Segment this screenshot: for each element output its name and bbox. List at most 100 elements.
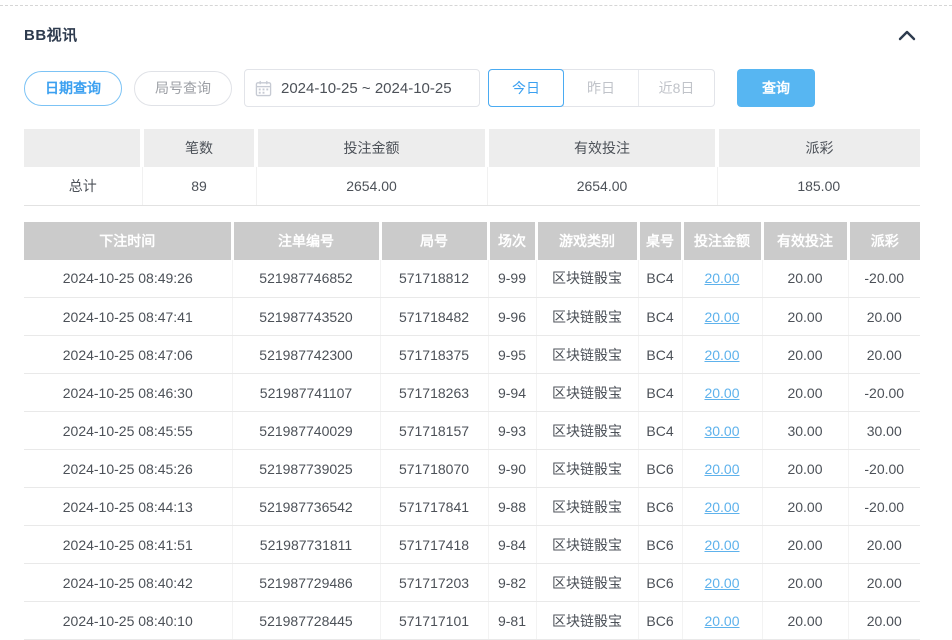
cell-bet-time: 2024-10-25 08:41:51 [24, 526, 232, 564]
cell-table-number: BC4 [638, 374, 682, 412]
bet-amount-link[interactable]: 20.00 [704, 270, 739, 286]
date-query-label: 日期查询 [45, 78, 101, 98]
col-header-round-number: 局号 [380, 222, 488, 260]
cell-row-label: 总计 [24, 167, 142, 205]
bet-amount-link[interactable]: 20.00 [704, 309, 739, 325]
table-row: 2024-10-25 08:40:10521987728445571717101… [24, 602, 920, 640]
bet-amount-link[interactable]: 20.00 [704, 347, 739, 363]
cell-game-type: 区块链骰宝 [536, 450, 638, 488]
cell-round-number: 571718263 [380, 374, 488, 412]
cell-table-number: BC4 [638, 260, 682, 298]
round-query-tab[interactable]: 局号查询 [134, 71, 232, 106]
table-row: 2024-10-25 08:40:42521987729486571717203… [24, 564, 920, 602]
cell-game-type: 区块链骰宝 [536, 336, 638, 374]
quick-range-yesterday-label: 昨日 [587, 78, 615, 98]
quick-range-today-label: 今日 [512, 78, 540, 98]
cell-payout: -20.00 [848, 260, 920, 298]
cell-session: 9-81 [488, 602, 536, 640]
cell-bet-amount: 20.00 [682, 260, 762, 298]
table-row: 2024-10-25 08:45:55521987740029571718157… [24, 412, 920, 450]
cell-table-number: BC6 [638, 602, 682, 640]
cell-bet-amount: 2654.00 [256, 167, 487, 205]
bet-amount-link[interactable]: 30.00 [704, 423, 739, 439]
table-row: 2024-10-25 08:49:26521987746852571718812… [24, 260, 920, 298]
cell-bet-time: 2024-10-25 08:40:10 [24, 602, 232, 640]
cell-payout: -20.00 [848, 450, 920, 488]
cell-round-number: 571718812 [380, 260, 488, 298]
table-row: 2024-10-25 08:44:13521987736542571717841… [24, 488, 920, 526]
cell-bet-time: 2024-10-25 08:46:30 [24, 374, 232, 412]
bet-amount-link[interactable]: 20.00 [704, 613, 739, 629]
quick-range-last8days[interactable]: 近8日 [639, 70, 714, 106]
cell-round-number: 571718070 [380, 450, 488, 488]
bet-amount-link[interactable]: 20.00 [704, 385, 739, 401]
collapse-section-button[interactable] [894, 25, 920, 45]
col-header-bet-amount: 投注金额 [682, 222, 762, 260]
cell-table-number: BC6 [638, 526, 682, 564]
cell-order-number: 521987731811 [232, 526, 380, 564]
cell-order-number: 521987728445 [232, 602, 380, 640]
table-row: 2024-10-25 08:47:06521987742300571718375… [24, 336, 920, 374]
bet-amount-link[interactable]: 20.00 [704, 537, 739, 553]
col-header-valid-bet: 有效投注 [487, 129, 717, 167]
cell-order-number: 521987742300 [232, 336, 380, 374]
cell-valid-bet: 20.00 [762, 298, 848, 336]
cell-payout: -20.00 [848, 374, 920, 412]
cell-table-number: BC6 [638, 488, 682, 526]
cell-round-number: 571717203 [380, 564, 488, 602]
cell-bet-amount: 20.00 [682, 526, 762, 564]
cell-session: 9-99 [488, 260, 536, 298]
cell-session: 9-90 [488, 450, 536, 488]
cell-round-number: 571718375 [380, 336, 488, 374]
cell-count: 89 [142, 167, 256, 205]
cell-round-number: 571717418 [380, 526, 488, 564]
cell-bet-time: 2024-10-25 08:49:26 [24, 260, 232, 298]
dashed-divider [0, 5, 952, 6]
bet-amount-link[interactable]: 20.00 [704, 575, 739, 591]
cell-round-number: 571718157 [380, 412, 488, 450]
col-header-count: 笔数 [142, 129, 256, 167]
col-header-row-label [24, 129, 142, 167]
cell-order-number: 521987743520 [232, 298, 380, 336]
quick-range-yesterday[interactable]: 昨日 [564, 70, 639, 106]
cell-game-type: 区块链骰宝 [536, 526, 638, 564]
summary-header-row: 笔数投注金额有效投注派彩 [24, 129, 920, 167]
cell-game-type: 区块链骰宝 [536, 488, 638, 526]
filter-bar: 日期查询 局号查询 2024-10-25 ~ 2024-10-25 今日 昨日 [24, 69, 920, 107]
bet-amount-link[interactable]: 20.00 [704, 499, 739, 515]
calendar-icon [255, 80, 272, 97]
cell-bet-amount: 20.00 [682, 298, 762, 336]
cell-order-number: 521987739025 [232, 450, 380, 488]
date-range-input[interactable]: 2024-10-25 ~ 2024-10-25 [244, 69, 480, 107]
cell-payout: 20.00 [848, 564, 920, 602]
cell-bet-amount: 20.00 [682, 488, 762, 526]
cell-payout: -20.00 [848, 488, 920, 526]
cell-bet-time: 2024-10-25 08:40:42 [24, 564, 232, 602]
cell-bet-amount: 30.00 [682, 412, 762, 450]
cell-payout: 20.00 [848, 336, 920, 374]
table-row: 2024-10-25 08:46:30521987741107571718263… [24, 374, 920, 412]
cell-valid-bet: 20.00 [762, 450, 848, 488]
cell-valid-bet: 20.00 [762, 374, 848, 412]
cell-order-number: 521987736542 [232, 488, 380, 526]
cell-payout: 20.00 [848, 526, 920, 564]
cell-valid-bet: 20.00 [762, 488, 848, 526]
bet-amount-link[interactable]: 20.00 [704, 461, 739, 477]
cell-round-number: 571718482 [380, 298, 488, 336]
cell-game-type: 区块链骰宝 [536, 374, 638, 412]
search-button[interactable]: 查询 [737, 69, 815, 107]
cell-payout: 20.00 [848, 298, 920, 336]
col-header-table-number: 桌号 [638, 222, 682, 260]
col-header-order-number: 注单编号 [232, 222, 380, 260]
cell-game-type: 区块链骰宝 [536, 564, 638, 602]
col-header-session: 场次 [488, 222, 536, 260]
date-range-value: 2024-10-25 ~ 2024-10-25 [281, 80, 452, 97]
quick-range-today[interactable]: 今日 [489, 70, 564, 106]
date-query-tab[interactable]: 日期查询 [24, 71, 122, 106]
cell-bet-time: 2024-10-25 08:45:55 [24, 412, 232, 450]
cell-valid-bet: 20.00 [762, 602, 848, 640]
cell-game-type: 区块链骰宝 [536, 602, 638, 640]
cell-order-number: 521987729486 [232, 564, 380, 602]
cell-table-number: BC4 [638, 412, 682, 450]
cell-order-number: 521987740029 [232, 412, 380, 450]
